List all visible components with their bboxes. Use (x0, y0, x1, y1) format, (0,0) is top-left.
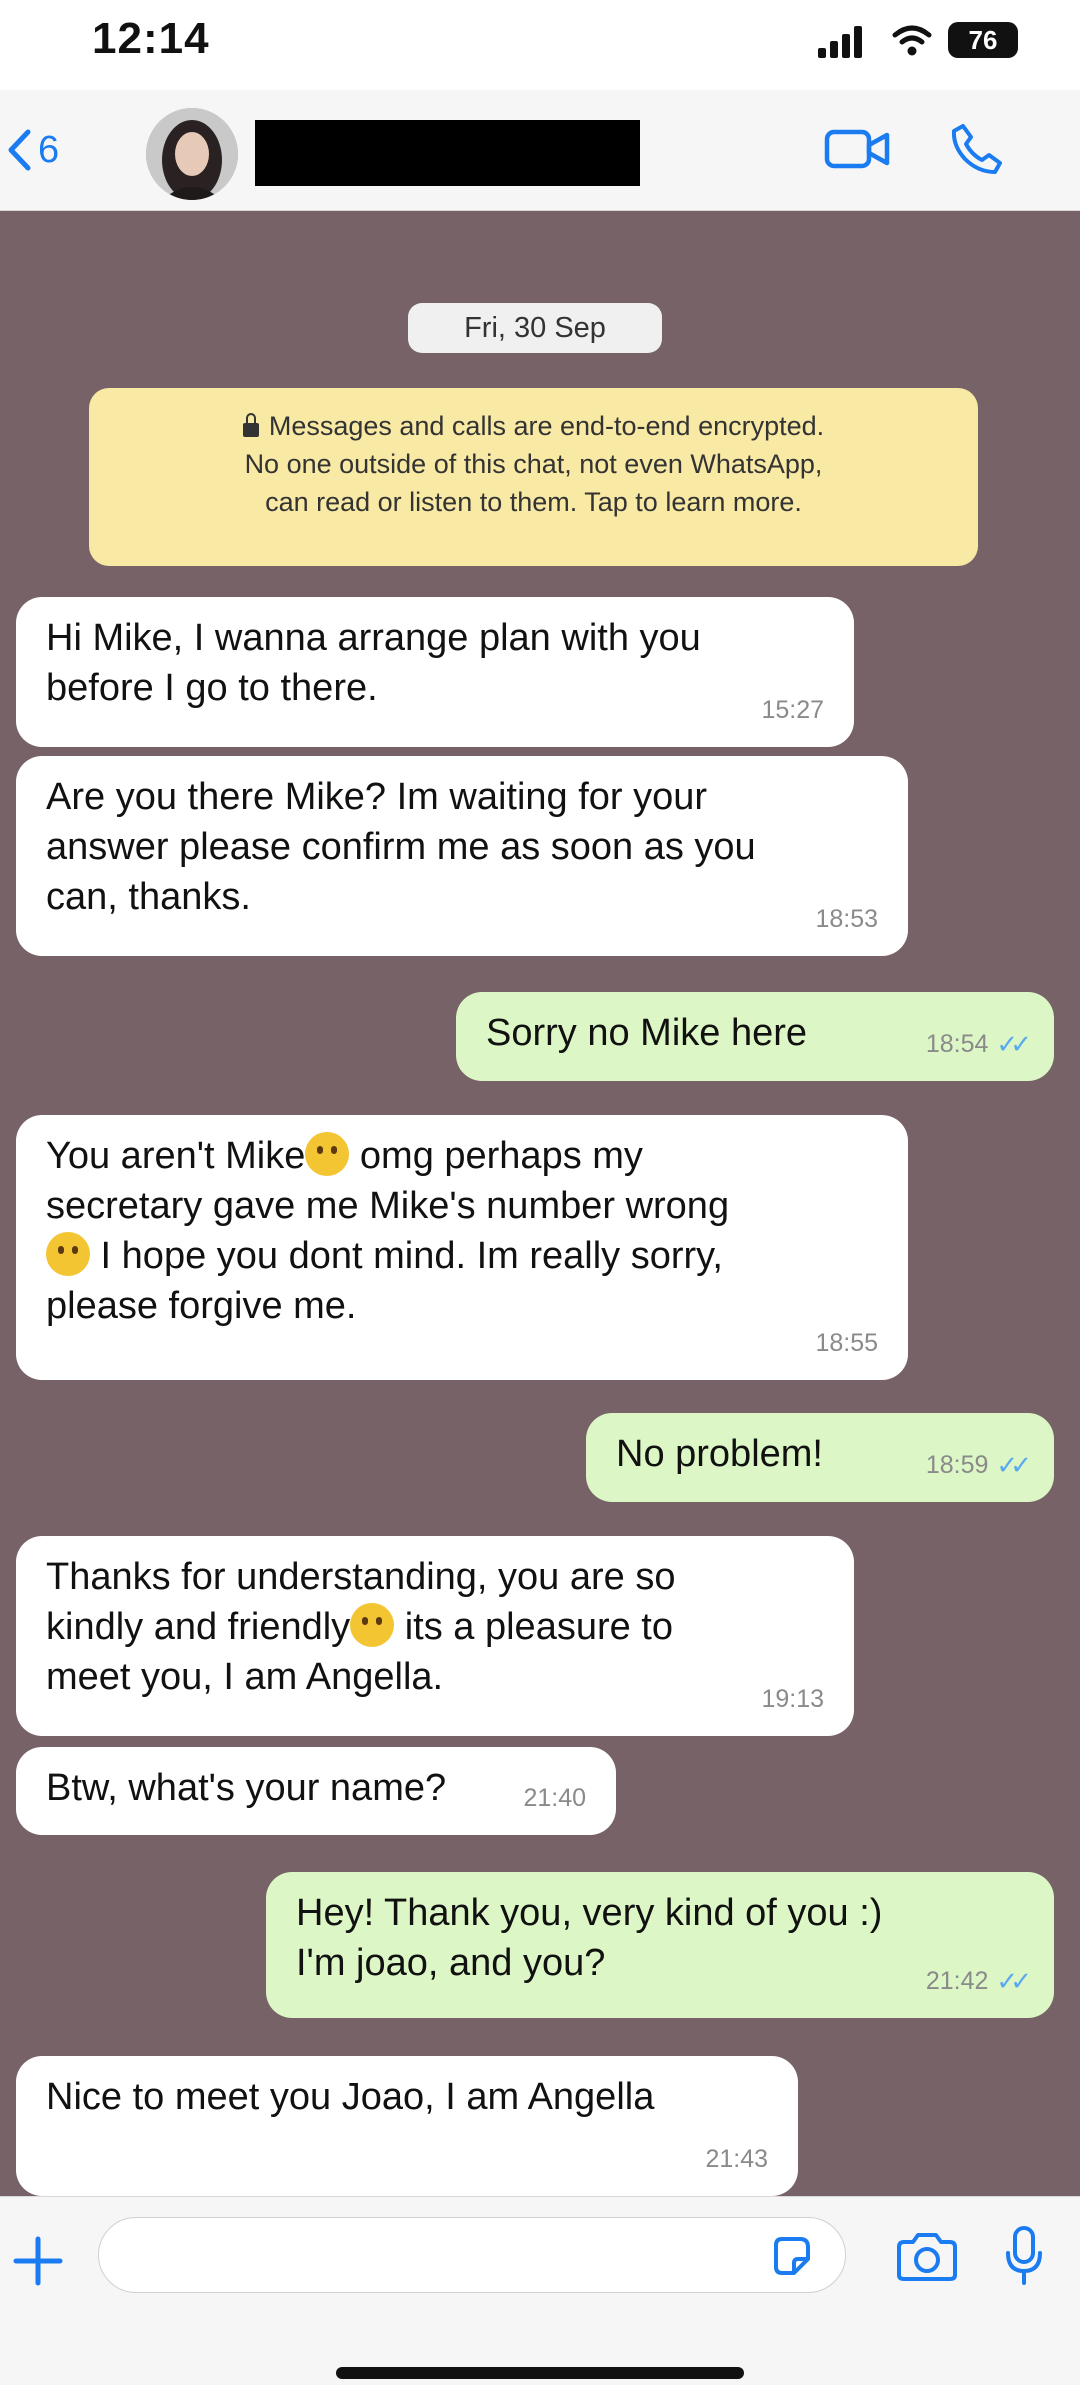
phone-icon[interactable] (950, 122, 1004, 176)
status-bar: 12:14 76 (0, 0, 1080, 90)
message-text-line: its a pleasure to (394, 1606, 673, 1648)
redacted-contact-name (255, 120, 640, 186)
encryption-text-line: can read or listen to them. Tap to learn… (265, 487, 802, 517)
message-time: 18:55 (815, 1329, 878, 1357)
input-bar (0, 2196, 1080, 2385)
message-text-line: You aren't Mike (46, 1135, 306, 1177)
message-text-line: answer please confirm me as soon as you (46, 826, 756, 868)
message-time: 15:27 (761, 696, 824, 724)
plus-icon[interactable] (10, 2233, 66, 2289)
signal-icon (818, 26, 866, 58)
message-text-line: can, thanks. (46, 876, 251, 918)
message-time: 18:53 (815, 905, 878, 933)
back-button[interactable]: 6 (6, 120, 59, 180)
camera-icon[interactable] (895, 2231, 959, 2283)
message-text-line: please forgive me. (46, 1285, 357, 1327)
double-check-icon: ✓✓ (996, 1029, 1031, 1059)
double-check-icon: ✓✓ (996, 1966, 1031, 1996)
sticker-icon[interactable] (770, 2235, 812, 2277)
message-outgoing[interactable]: Hey! Thank you, very kind of you :) I'm … (266, 1872, 1054, 2018)
message-text-line: secretary gave me Mike's number wrong (46, 1185, 730, 1227)
chat-area[interactable]: Fri, 30 Sep Messages and calls are end-t… (0, 211, 1080, 2196)
message-incoming[interactable]: You aren't Mike omg perhaps my secretary… (16, 1115, 908, 1380)
message-text-line: meet you, I am Angella. (46, 1656, 444, 1698)
microphone-icon[interactable] (1004, 2225, 1044, 2287)
chevron-left-icon (8, 129, 31, 171)
unread-count: 6 (38, 128, 60, 171)
message-text-line: Hi Mike, I wanna arrange plan with you (46, 617, 701, 659)
message-incoming[interactable]: Thanks for understanding, you are so kin… (16, 1536, 854, 1736)
wifi-icon (892, 25, 932, 56)
message-time: 21:40 (523, 1784, 586, 1812)
message-text-line: kindly and friendly (46, 1606, 351, 1648)
confused-emoji-icon (46, 1232, 90, 1276)
message-time: 21:42 (925, 1967, 989, 1995)
date-separator: Fri, 30 Sep (408, 303, 662, 353)
message-incoming[interactable]: Are you there Mike? Im waiting for your … (16, 756, 908, 956)
message-outgoing[interactable]: Sorry no Mike here 18:54 ✓✓ (456, 992, 1054, 1081)
message-text-line: before I go to there. (46, 667, 378, 709)
video-camera-icon[interactable] (824, 124, 892, 174)
message-incoming[interactable]: Nice to meet you Joao, I am Angella 21:4… (16, 2056, 798, 2196)
clock: 12:14 (92, 14, 210, 63)
encryption-notice[interactable]: Messages and calls are end-to-end encryp… (89, 388, 978, 566)
message-text-line: I'm joao, and you? (296, 1942, 606, 1984)
avatar[interactable] (146, 108, 238, 200)
message-time: 18:59 (925, 1451, 989, 1479)
shocked-emoji-icon (305, 1132, 350, 1176)
message-incoming[interactable]: Hi Mike, I wanna arrange plan with you b… (16, 597, 854, 747)
home-indicator (336, 2367, 744, 2379)
encryption-text-line: Messages and calls are end-to-end encryp… (268, 411, 825, 441)
message-outgoing[interactable]: No problem! 18:59 ✓✓ (586, 1413, 1054, 1502)
message-text-line: Thanks for understanding, you are so (46, 1556, 676, 1598)
encryption-text-line: No one outside of this chat, not even Wh… (244, 449, 823, 479)
message-text-line: Hey! Thank you, very kind of you :) (296, 1892, 883, 1934)
avatar-image (146, 108, 238, 200)
message-time: 18:54 (925, 1030, 989, 1058)
blushing-emoji-icon (350, 1603, 395, 1647)
lock-icon (242, 413, 259, 437)
double-check-icon: ✓✓ (996, 1450, 1031, 1480)
message-text-line: Are you there Mike? Im waiting for your (46, 776, 708, 818)
message-input[interactable] (98, 2217, 846, 2293)
battery-icon: 76 (948, 22, 1018, 58)
chat-header: 6 (0, 90, 1080, 211)
message-text-line: Nice to meet you Joao, I am Angella (46, 2076, 655, 2118)
message-time: 19:13 (761, 1685, 824, 1713)
message-text-line: I hope you dont mind. Im really sorry, (90, 1235, 723, 1277)
message-incoming[interactable]: Btw, what's your name? 21:40 (16, 1747, 616, 1835)
message-time: 21:43 (705, 2145, 768, 2173)
message-text-line: Btw, what's your name? (46, 1767, 447, 1809)
message-text-line: omg perhaps my (349, 1135, 643, 1177)
